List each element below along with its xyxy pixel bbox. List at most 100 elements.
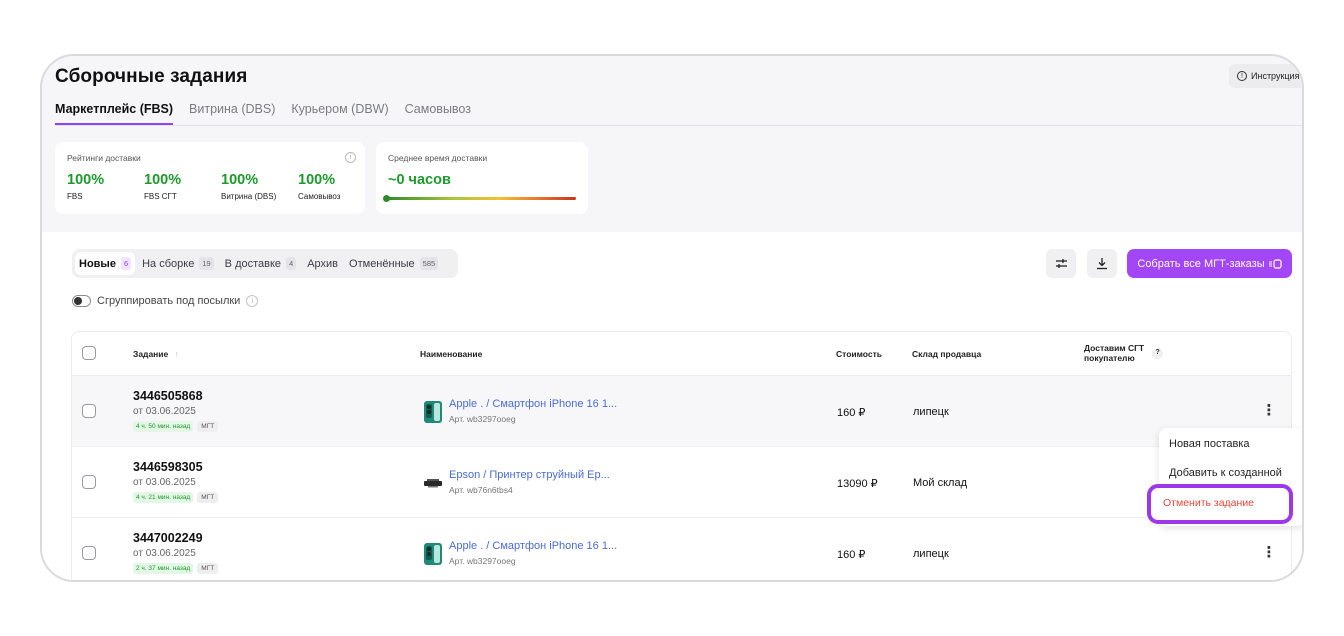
- product-link[interactable]: Apple . / Смартфон iPhone 16 1...: [449, 398, 617, 410]
- status-tab-label: На сборке: [142, 257, 195, 270]
- age-badge: 2 ч. 37 мин. назад: [133, 563, 194, 574]
- product-link[interactable]: Apple . / Смартфон iPhone 16 1...: [449, 540, 617, 552]
- download-button[interactable]: [1087, 249, 1117, 278]
- more-options-icon[interactable]: ⋮: [1262, 542, 1277, 562]
- header-task[interactable]: Задание ↑: [133, 349, 179, 359]
- tab-dbw[interactable]: Курьером (DBW): [291, 102, 388, 125]
- collect-all-label: Собрать все МГТ-заказы: [1137, 257, 1265, 270]
- status-tab-label: Отменённые: [349, 257, 415, 270]
- rating-pickup: 100% Самовывоз: [298, 172, 340, 201]
- status-tab-archive[interactable]: Архив: [303, 252, 342, 275]
- status-tab-new[interactable]: Новые 6: [75, 252, 136, 275]
- printer-thumbnail: [424, 479, 442, 488]
- header-delivery: Доставим СГТ покупателю ?: [1084, 343, 1164, 363]
- rating-label: Витрина (DBS): [221, 192, 277, 201]
- group-parcels-row: Сгруппировать под посылки i: [72, 295, 259, 307]
- collect-all-mgt-button[interactable]: Собрать все МГТ-заказы: [1127, 249, 1292, 278]
- menu-item-new-supply[interactable]: Новая поставка: [1169, 438, 1250, 450]
- select-all-checkbox[interactable]: [82, 346, 96, 360]
- order-badges: 4 ч. 50 мин. назад МГТ: [133, 421, 219, 432]
- row-checkbox[interactable]: [82, 475, 96, 489]
- status-tab-delivery[interactable]: В доставке 4: [221, 252, 301, 275]
- status-tab-count: 6: [120, 257, 132, 270]
- page-header-area: Сборочные задания ! Инструкция Маркетпле…: [42, 56, 1302, 232]
- app-window: Сборочные задания ! Инструкция Маркетпле…: [40, 54, 1304, 582]
- age-badge: 4 ч. 50 мин. назад: [133, 421, 194, 432]
- type-badge: МГТ: [197, 492, 219, 503]
- row-checkbox[interactable]: [82, 546, 96, 560]
- marketplace-tabs: Маркетплейс (FBS) Витрина (DBS) Курьером…: [55, 102, 471, 125]
- rating-value: 100%: [144, 172, 182, 188]
- order-date: от 03.06.2025: [133, 477, 196, 488]
- header-delivery-line2: покупателю: [1084, 353, 1135, 363]
- order-id: 3447002249: [133, 531, 203, 545]
- table-row[interactable]: 3447002249 от 03.06.2025 2 ч. 37 мин. на…: [72, 518, 1291, 580]
- type-badge: МГТ: [197, 563, 219, 574]
- status-tab-count: 19: [199, 257, 214, 270]
- rating-dbs: 100% Витрина (DBS): [221, 172, 276, 201]
- page-title: Сборочные задания: [55, 66, 248, 87]
- tab-dbs[interactable]: Витрина (DBS): [189, 102, 275, 125]
- ratings-label: Рейтинги доставки: [67, 153, 141, 163]
- delivery-time-value: ~0 часов: [388, 172, 451, 188]
- tab-pickup[interactable]: Самовывоз: [405, 102, 471, 125]
- order-warehouse: Мой склад: [913, 477, 967, 489]
- header-task-label: Задание: [133, 349, 169, 359]
- help-icon[interactable]: ?: [1152, 347, 1164, 359]
- rating-label: Самовывоз: [298, 192, 341, 201]
- order-id: 3446505868: [133, 389, 203, 403]
- delivery-ratings-card: Рейтинги доставки i 100% FBS 100% FBS СГ…: [55, 142, 365, 214]
- info-icon: !: [1237, 71, 1247, 81]
- delivery-time-scale: [386, 197, 576, 200]
- cancel-task-highlight: Отменить задание: [1147, 484, 1293, 524]
- order-price: 160 ₽: [837, 407, 866, 419]
- order-badges: 2 ч. 37 мин. назад МГТ: [133, 563, 219, 574]
- order-price: 13090 ₽: [837, 478, 878, 490]
- info-icon[interactable]: i: [246, 295, 259, 307]
- type-badge: МГТ: [197, 421, 219, 432]
- menu-item-cancel-task[interactable]: Отменить задание: [1163, 497, 1254, 509]
- phone-thumbnail: [424, 401, 442, 423]
- delivery-time-card: Среднее время доставки ~0 часов: [376, 142, 588, 214]
- order-badges: 4 ч. 21 мин. назад МГТ: [133, 492, 219, 503]
- rating-label: FBS СГТ: [144, 192, 177, 201]
- sort-arrow-icon: ↑: [174, 349, 179, 359]
- table-row[interactable]: 3446598305 от 03.06.2025 4 ч. 21 мин. на…: [72, 447, 1291, 518]
- rating-label: FBS: [67, 192, 83, 201]
- rating-value: 100%: [298, 172, 336, 188]
- box-list-icon: [1268, 258, 1282, 269]
- header-delivery-line1: Доставим СГТ: [1084, 343, 1145, 353]
- menu-item-add-to-existing[interactable]: Добавить к созданной: [1169, 467, 1282, 479]
- group-parcels-label: Сгруппировать под посылки: [97, 295, 241, 307]
- instruction-button[interactable]: ! Инструкция: [1229, 64, 1302, 88]
- order-date: от 03.06.2025: [133, 548, 196, 559]
- header-price: Стоимость: [836, 349, 882, 359]
- tabs-divider: [55, 125, 1302, 126]
- rating-fbs: 100% FBS: [67, 172, 104, 201]
- group-parcels-toggle[interactable]: [72, 295, 91, 307]
- order-date: от 03.06.2025: [133, 406, 196, 417]
- rating-value: 100%: [221, 172, 259, 188]
- status-tab-label: В доставке: [224, 257, 282, 270]
- phone-thumbnail: [424, 543, 442, 565]
- more-options-icon[interactable]: ⋮: [1262, 400, 1277, 420]
- product-link[interactable]: Epson / Принтер струйный Ep...: [449, 469, 610, 481]
- age-badge: 4 ч. 21 мин. назад: [133, 492, 194, 503]
- order-price: 160 ₽: [837, 549, 866, 561]
- status-tab-assembly[interactable]: На сборке 19: [138, 252, 218, 275]
- status-tab-cancelled[interactable]: Отменённые 585: [345, 252, 442, 275]
- order-warehouse: липецк: [913, 406, 949, 418]
- order-warehouse: липецк: [913, 548, 949, 560]
- header-warehouse: Склад продавца: [912, 349, 982, 359]
- table-header: Задание ↑ Наименование Стоимость Склад п…: [72, 332, 1291, 376]
- status-tab-count: 4: [286, 257, 297, 270]
- table-row[interactable]: 3446505868 от 03.06.2025 4 ч. 50 мин. на…: [72, 376, 1291, 447]
- sliders-icon: [1055, 259, 1067, 268]
- product-article: Арт. wb3297ooeg: [449, 556, 516, 566]
- ratings-info-icon[interactable]: i: [345, 152, 356, 163]
- filter-button[interactable]: [1046, 249, 1076, 278]
- row-checkbox[interactable]: [82, 404, 96, 418]
- status-tabs: Новые 6 На сборке 19 В доставке 4 Архив …: [72, 249, 458, 278]
- tab-fbs[interactable]: Маркетплейс (FBS): [55, 102, 174, 125]
- product-article: Арт. wb3297ooeg: [449, 414, 516, 424]
